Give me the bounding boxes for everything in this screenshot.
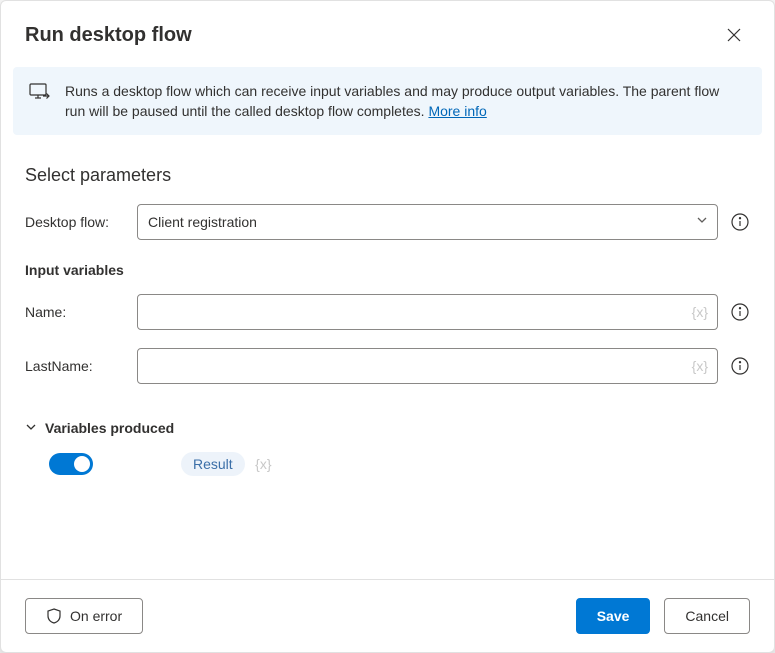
dialog-body: Select parameters Desktop flow: Input va… bbox=[1, 135, 774, 579]
desktop-flow-row: Desktop flow: bbox=[25, 204, 750, 240]
name-info-button[interactable] bbox=[730, 302, 750, 322]
close-icon bbox=[727, 28, 741, 42]
result-variable: Result {x} bbox=[181, 452, 272, 476]
lastname-label: LastName: bbox=[25, 358, 125, 374]
banner-text-wrap: Runs a desktop flow which can receive in… bbox=[65, 81, 742, 121]
dialog-title: Run desktop flow bbox=[25, 24, 192, 47]
desktop-flow-label: Desktop flow: bbox=[25, 214, 125, 230]
info-banner: Runs a desktop flow which can receive in… bbox=[13, 67, 762, 135]
dialog-header: Run desktop flow bbox=[1, 1, 774, 61]
desktop-flow-select[interactable] bbox=[137, 204, 718, 240]
desktop-flow-icon bbox=[29, 81, 51, 108]
desktop-flow-info-button[interactable] bbox=[730, 212, 750, 232]
info-icon bbox=[731, 357, 749, 375]
save-label: Save bbox=[597, 608, 630, 624]
close-button[interactable] bbox=[718, 19, 750, 51]
run-desktop-flow-dialog: Run desktop flow Runs a desktop flow whi… bbox=[0, 0, 775, 653]
lastname-input[interactable] bbox=[137, 348, 718, 384]
footer-actions: Save Cancel bbox=[576, 598, 750, 634]
input-variables-title: Input variables bbox=[25, 262, 750, 278]
on-error-label: On error bbox=[70, 608, 122, 624]
variables-produced-body: Result {x} bbox=[25, 452, 750, 476]
dialog-footer: On error Save Cancel bbox=[1, 579, 774, 652]
variables-produced-title: Variables produced bbox=[45, 420, 174, 436]
name-input[interactable] bbox=[137, 294, 718, 330]
select-parameters-title: Select parameters bbox=[25, 165, 750, 186]
on-error-button[interactable]: On error bbox=[25, 598, 143, 634]
name-label: Name: bbox=[25, 304, 125, 320]
save-button[interactable]: Save bbox=[576, 598, 651, 634]
variable-placeholder-icon: {x} bbox=[255, 456, 271, 472]
cancel-label: Cancel bbox=[685, 608, 729, 624]
info-icon bbox=[731, 303, 749, 321]
result-pill: Result bbox=[181, 452, 245, 476]
banner-text: Runs a desktop flow which can receive in… bbox=[65, 83, 719, 119]
variables-produced-header[interactable]: Variables produced bbox=[25, 420, 750, 436]
name-row: Name: {x} bbox=[25, 294, 750, 330]
cancel-button[interactable]: Cancel bbox=[664, 598, 750, 634]
chevron-down-icon bbox=[25, 420, 37, 436]
more-info-link[interactable]: More info bbox=[428, 103, 486, 119]
lastname-info-button[interactable] bbox=[730, 356, 750, 376]
shield-icon bbox=[46, 608, 62, 624]
info-icon bbox=[731, 213, 749, 231]
lastname-row: LastName: {x} bbox=[25, 348, 750, 384]
result-toggle[interactable] bbox=[49, 453, 93, 475]
